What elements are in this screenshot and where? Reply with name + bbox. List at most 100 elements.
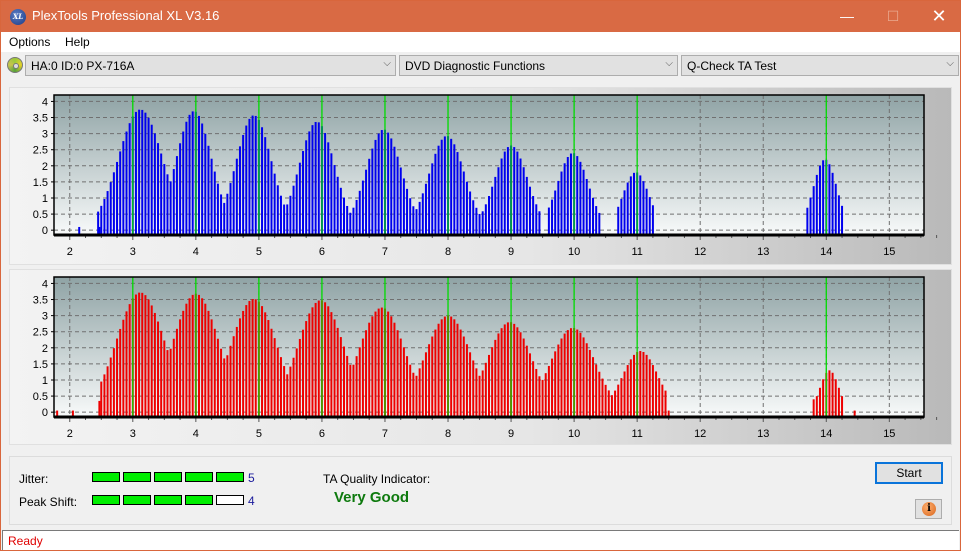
bar [100, 381, 103, 417]
bar [424, 352, 427, 417]
bar [317, 300, 320, 417]
bar [431, 336, 434, 417]
bar [292, 185, 295, 235]
bar [478, 375, 481, 417]
jitter-segment [216, 472, 244, 482]
bar [163, 340, 166, 417]
menu-help[interactable]: Help [65, 35, 90, 49]
bar [462, 336, 465, 417]
bar [128, 123, 131, 235]
bar [607, 390, 610, 417]
bar [185, 121, 188, 235]
bar [349, 364, 352, 417]
bar [191, 111, 194, 235]
bar [528, 353, 531, 417]
bar [333, 319, 336, 417]
bar [172, 169, 175, 235]
bar [831, 372, 834, 417]
start-button[interactable]: Start [875, 462, 943, 484]
jitter-label: Jitter: [19, 472, 49, 486]
bar [488, 354, 490, 417]
x-tick-label: 6 [319, 246, 325, 258]
bar [380, 307, 383, 417]
bar [298, 338, 301, 417]
drive-select[interactable]: HA:0 ID:0 PX-716A ⌵ [25, 55, 396, 76]
bar [330, 312, 333, 417]
y-tick-label: 1 [42, 375, 48, 387]
bar [610, 395, 613, 417]
bar [595, 206, 598, 235]
minimize-button[interactable]: — [824, 1, 870, 32]
bar [551, 358, 554, 417]
bar [361, 338, 364, 417]
bar [818, 387, 821, 417]
bar [229, 345, 232, 417]
bar [112, 172, 115, 235]
y-tick-label: 3 [42, 311, 48, 323]
peak-shift-value: 4 [248, 494, 255, 508]
bar [207, 310, 210, 417]
bar [106, 366, 109, 417]
bar [557, 180, 560, 235]
bar [588, 188, 591, 235]
bar [393, 146, 396, 235]
bar [443, 136, 446, 235]
bar [276, 185, 279, 235]
bar [484, 362, 487, 417]
bar [324, 133, 327, 235]
bar [547, 207, 550, 235]
bar [519, 158, 522, 235]
x-tick-label: 11 [631, 246, 642, 258]
bar [528, 186, 531, 235]
bar [283, 366, 286, 417]
x-tick-label: 6 [319, 428, 325, 440]
bar [153, 133, 156, 235]
y-tick-label: 3.5 [33, 295, 48, 307]
bar [346, 355, 349, 417]
bar [387, 311, 390, 417]
bar [481, 370, 484, 417]
bar [453, 144, 456, 235]
bar [169, 181, 172, 235]
y-tick-label: 1.5 [33, 359, 48, 371]
bar [330, 153, 333, 235]
maximize-button[interactable]: ☐ [870, 1, 916, 32]
menu-options[interactable]: Options [9, 35, 50, 49]
bar [339, 337, 342, 417]
test-select[interactable]: Q-Check TA Test ⌵ [681, 55, 959, 76]
bar [267, 320, 270, 417]
bar [815, 174, 818, 235]
bar [626, 182, 629, 235]
bar [620, 198, 623, 235]
bar [302, 151, 305, 235]
bar [216, 338, 219, 417]
bar [535, 204, 538, 235]
function-select[interactable]: DVD Diagnostic Functions ⌵ [399, 55, 678, 76]
bar [500, 158, 503, 235]
bar [128, 304, 131, 417]
window-title: PlexTools Professional XL V3.16 [32, 8, 220, 23]
x-tick-label: 10 [568, 428, 580, 440]
bar [179, 143, 182, 235]
bar [163, 164, 166, 235]
bar [279, 195, 282, 235]
bar [125, 131, 128, 235]
bar [279, 357, 282, 417]
y-tick-label: 3.5 [33, 113, 48, 125]
close-button[interactable]: ✕ [916, 1, 961, 32]
info-button[interactable]: i [915, 499, 942, 519]
bar [182, 310, 185, 417]
bar [560, 338, 563, 417]
bar [831, 172, 834, 235]
bar [837, 195, 840, 235]
bar [481, 211, 484, 235]
bar [365, 169, 368, 235]
bar [289, 195, 292, 235]
status-text: Ready [8, 534, 43, 548]
x-tick-label: 9 [508, 428, 514, 440]
bar [563, 163, 566, 235]
bar [651, 205, 654, 235]
bar [153, 312, 156, 417]
bar [204, 303, 207, 417]
bar [579, 332, 582, 417]
